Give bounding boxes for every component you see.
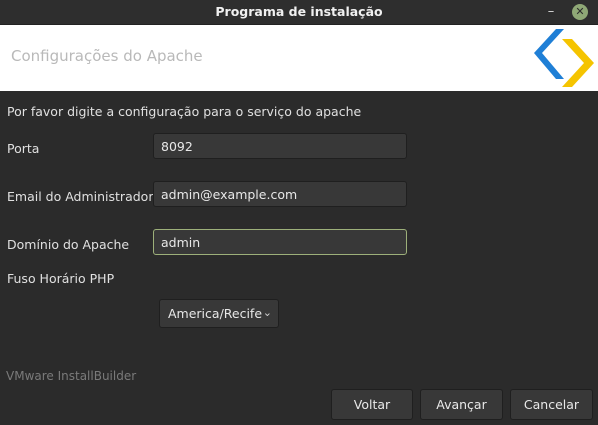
domain-label: Domínio do Apache [7,237,130,252]
port-field[interactable] [153,133,407,159]
intro-text: Por favor digite a configuração para o s… [7,104,362,119]
timezone-label: Fuso Horário PHP [7,271,115,286]
timezone-value: America/Recife [168,306,263,321]
back-button[interactable]: Voltar [331,389,413,420]
page-header: Configurações do Apache [0,25,598,91]
port-label: Porta [7,141,40,156]
chevron-down-icon: ⌄ [262,306,272,319]
installbuilder-brand: VMware InstallBuilder [6,369,137,383]
close-icon[interactable]: ✕ [572,4,588,20]
timezone-select[interactable]: America/Recife ⌄ [159,299,279,328]
email-label: Email do Administrador [7,189,154,204]
email-field[interactable] [153,181,407,207]
installbuilder-logo-icon [534,29,594,87]
cancel-button[interactable]: Cancelar [510,389,593,420]
next-button[interactable]: Avançar [420,389,503,420]
window-title: Programa de instalação [215,4,383,19]
domain-field[interactable] [153,229,407,255]
page-title: Configurações do Apache [11,47,203,65]
content-area: Por favor digite a configuração para o s… [0,92,598,425]
title-bar: Programa de instalação – ✕ [0,0,598,25]
minimize-icon[interactable]: – [542,3,560,21]
